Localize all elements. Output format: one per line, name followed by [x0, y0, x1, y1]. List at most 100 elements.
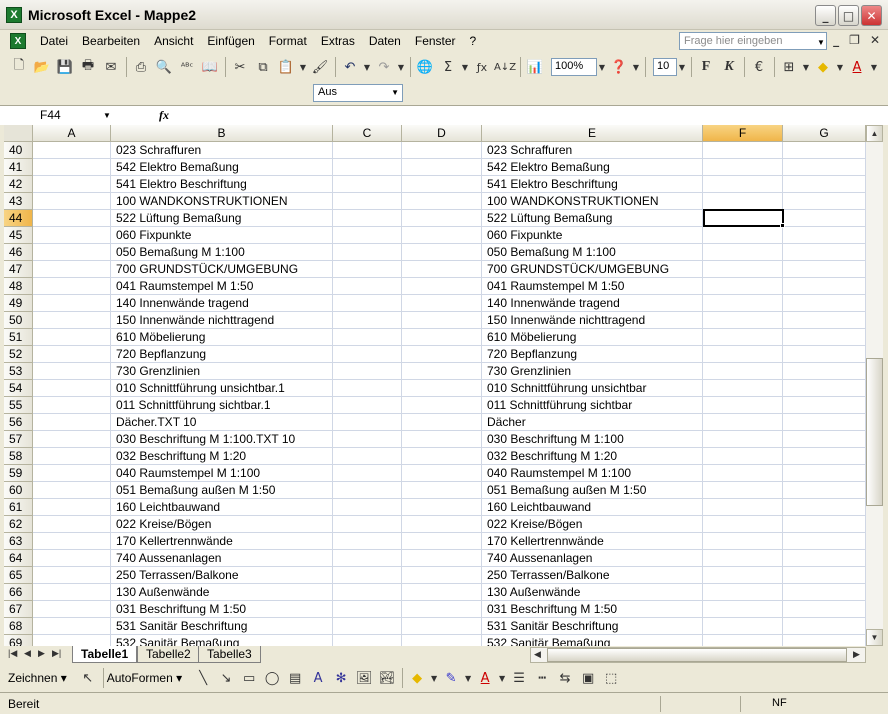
row-header[interactable]: 42: [4, 176, 33, 193]
doc-restore-icon[interactable]: ❐: [849, 33, 860, 47]
sort-icon[interactable]: A↓Z: [494, 56, 516, 78]
cell-d[interactable]: [402, 567, 482, 584]
cell-b[interactable]: 160 Leichtbauwand: [111, 499, 333, 516]
arrow-icon[interactable]: ↘: [215, 667, 237, 689]
chevron-down-icon[interactable]: ▼: [396, 56, 406, 78]
cell-e[interactable]: 100 WANDKONSTRUKTIONEN: [482, 193, 703, 210]
cell-b[interactable]: 060 Fixpunkte: [111, 227, 333, 244]
vertical-scrollbar[interactable]: ▲ ▼: [866, 125, 883, 646]
cell-f[interactable]: [703, 278, 783, 295]
cell-f[interactable]: [703, 584, 783, 601]
cell-c[interactable]: [333, 482, 402, 499]
cell-d[interactable]: [402, 244, 482, 261]
cell-g[interactable]: [783, 278, 866, 295]
cell-d[interactable]: [402, 618, 482, 635]
cell-d[interactable]: [402, 159, 482, 176]
cell-a[interactable]: [33, 176, 111, 193]
row-header[interactable]: 49: [4, 295, 33, 312]
cell-c[interactable]: [333, 142, 402, 159]
cut-icon[interactable]: ✂: [229, 56, 251, 78]
chevron-down-icon[interactable]: ▼: [429, 667, 439, 689]
column-header-c[interactable]: C: [333, 125, 402, 142]
column-header-g[interactable]: G: [783, 125, 866, 142]
cell-f[interactable]: [703, 142, 783, 159]
cell-a[interactable]: [33, 414, 111, 431]
chevron-down-icon[interactable]: ▼: [497, 667, 507, 689]
cell-c[interactable]: [333, 193, 402, 210]
cell-e[interactable]: 730 Grenzlinien: [482, 363, 703, 380]
next-sheet-icon[interactable]: ▶: [38, 648, 45, 659]
chart-wizard-icon[interactable]: 📊: [524, 56, 546, 78]
aus-dropdown[interactable]: Aus ▼: [313, 84, 403, 102]
cell-f[interactable]: [703, 261, 783, 278]
cell-e[interactable]: 170 Kellertrennwände: [482, 533, 703, 550]
cell-e[interactable]: 532 Sanitär Bemaßung: [482, 635, 703, 646]
fill-color-icon[interactable]: ◆: [406, 667, 428, 689]
cell-d[interactable]: [402, 346, 482, 363]
row-header[interactable]: 48: [4, 278, 33, 295]
line-color-icon[interactable]: ✎: [440, 667, 462, 689]
minimize-button[interactable]: _: [815, 5, 836, 26]
row-header[interactable]: 53: [4, 363, 33, 380]
row-header[interactable]: 65: [4, 567, 33, 584]
cell-e[interactable]: 041 Raumstempel M 1:50: [482, 278, 703, 295]
cell-f[interactable]: [703, 380, 783, 397]
menu-extras[interactable]: Extras: [321, 34, 355, 48]
row-header[interactable]: 68: [4, 618, 33, 635]
cell-g[interactable]: [783, 465, 866, 482]
cell-d[interactable]: [402, 584, 482, 601]
cell-f[interactable]: [703, 397, 783, 414]
cell-d[interactable]: [402, 312, 482, 329]
cell-c[interactable]: [333, 363, 402, 380]
cell-c[interactable]: [333, 261, 402, 278]
cell-b[interactable]: 032 Beschriftung M 1:20: [111, 448, 333, 465]
email-icon[interactable]: ✉: [100, 56, 122, 78]
cell-a[interactable]: [33, 363, 111, 380]
cell-b[interactable]: 250 Terrassen/Balkone: [111, 567, 333, 584]
cell-b[interactable]: 610 Möbelierung: [111, 329, 333, 346]
cell-e[interactable]: 023 Schraffuren: [482, 142, 703, 159]
hyperlink-icon[interactable]: 🌐: [414, 56, 436, 78]
save-icon[interactable]: 💾: [54, 56, 76, 78]
print-preview-icon[interactable]: 🔍: [153, 56, 175, 78]
cell-b[interactable]: 720 Bepflanzung: [111, 346, 333, 363]
cell-g[interactable]: [783, 499, 866, 516]
cell-a[interactable]: [33, 516, 111, 533]
cell-g[interactable]: [783, 295, 866, 312]
scroll-up-icon[interactable]: ▲: [866, 125, 883, 142]
cell-e[interactable]: Dächer: [482, 414, 703, 431]
active-cell-f44[interactable]: [703, 209, 784, 227]
chevron-down-icon[interactable]: ▼: [817, 38, 825, 47]
cell-d[interactable]: [402, 499, 482, 516]
chevron-down-icon[interactable]: ▼: [362, 56, 372, 78]
doc-close-icon[interactable]: ✕: [870, 33, 880, 47]
italic-button[interactable]: K: [718, 56, 740, 78]
cell-b[interactable]: 150 Innenwände nichttragend: [111, 312, 333, 329]
cell-d[interactable]: [402, 380, 482, 397]
chevron-down-icon[interactable]: ▼: [463, 667, 473, 689]
3d-style-icon[interactable]: ⬚: [600, 667, 622, 689]
row-header[interactable]: 56: [4, 414, 33, 431]
cell-a[interactable]: [33, 159, 111, 176]
row-header[interactable]: 46: [4, 244, 33, 261]
cell-f[interactable]: [703, 329, 783, 346]
cell-c[interactable]: [333, 380, 402, 397]
cell-f[interactable]: [703, 618, 783, 635]
cell-g[interactable]: [783, 244, 866, 261]
cell-f[interactable]: [703, 295, 783, 312]
cell-g[interactable]: [783, 414, 866, 431]
chevron-down-icon[interactable]: ▼: [801, 56, 811, 78]
research-icon[interactable]: 📖: [199, 56, 221, 78]
cell-f[interactable]: [703, 193, 783, 210]
sheet-tab-tabelle2[interactable]: Tabelle2: [137, 646, 200, 663]
cell-f[interactable]: [703, 176, 783, 193]
cell-g[interactable]: [783, 210, 866, 227]
cell-d[interactable]: [402, 448, 482, 465]
cell-d[interactable]: [402, 193, 482, 210]
cell-a[interactable]: [33, 601, 111, 618]
cell-e[interactable]: 542 Elektro Bemaßung: [482, 159, 703, 176]
zoom-select[interactable]: 100%: [551, 58, 597, 76]
cell-g[interactable]: [783, 584, 866, 601]
scroll-down-icon[interactable]: ▼: [866, 629, 883, 646]
autosum-icon[interactable]: Σ: [437, 56, 459, 78]
